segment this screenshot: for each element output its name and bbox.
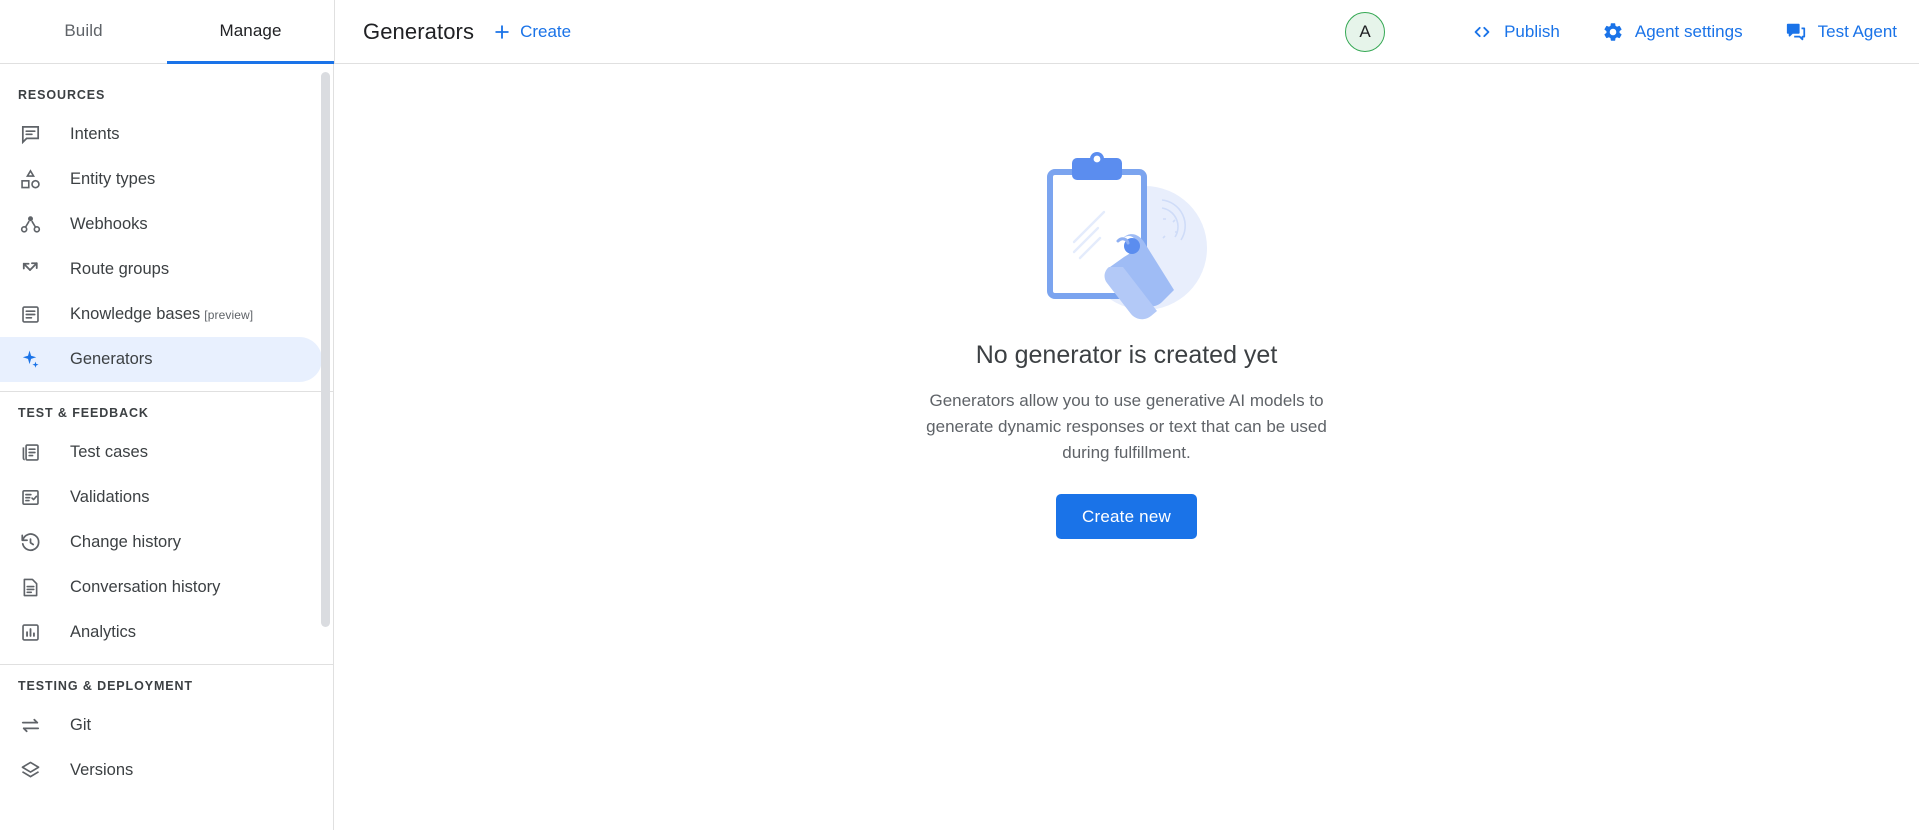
sidebar-scroll-area: RESOURCES Intents Entity [0, 64, 333, 830]
sidebar-item-route-groups[interactable]: Route groups [0, 247, 322, 292]
shapes-icon [18, 168, 42, 192]
message-lines-icon [18, 123, 42, 147]
chat-bubbles-icon [1785, 21, 1807, 43]
sidebar-item-change-history[interactable]: Change history [0, 520, 322, 565]
sidebar-section-title-test-feedback: TEST & FEEDBACK [0, 392, 333, 430]
preview-badge: [preview] [204, 308, 253, 322]
toolbar-actions: A Publish Agent [1345, 12, 1897, 52]
stacked-documents-icon [18, 441, 42, 465]
sidebar-item-test-cases[interactable]: Test cases [0, 430, 322, 475]
bar-chart-icon [18, 621, 42, 645]
sidebar-item-webhooks[interactable]: Webhooks [0, 202, 322, 247]
swap-arrows-icon [18, 714, 42, 738]
top-region: Build Manage Generators Create A [0, 0, 1919, 64]
sidebar-scrollbar[interactable] [320, 64, 332, 830]
agent-settings-label: Agent settings [1635, 22, 1743, 42]
document-text-icon [18, 576, 42, 600]
page-title: Generators [363, 19, 474, 45]
sidebar-item-label: Webhooks [70, 215, 148, 234]
create-generator-link[interactable]: Create [492, 22, 571, 42]
main-content: No generator is created yet Generators a… [334, 64, 1919, 830]
sidebar-item-versions[interactable]: Versions [0, 748, 322, 793]
sidebar-item-label: Test cases [70, 443, 148, 462]
gear-icon [1602, 21, 1624, 43]
create-new-button[interactable]: Create new [1056, 494, 1197, 539]
empty-state-description: Generators allow you to use generative A… [922, 388, 1332, 466]
sidebar-item-label: Intents [70, 125, 120, 144]
clock-rewind-icon [18, 531, 42, 555]
sidebar-item-label: Route groups [70, 260, 169, 279]
layers-icon [18, 759, 42, 783]
mode-tabbar: Build Manage [0, 0, 334, 64]
tab-manage-label: Manage [219, 21, 281, 41]
agent-settings-button[interactable]: Agent settings [1602, 15, 1743, 49]
sidebar: RESOURCES Intents Entity [0, 64, 334, 830]
document-lines-icon [18, 303, 42, 327]
sidebar-item-label: Analytics [70, 623, 136, 642]
empty-state-title: No generator is created yet [976, 341, 1278, 370]
sidebar-item-label: Knowledge bases [70, 305, 200, 324]
sparkle-icon [18, 348, 42, 372]
sidebar-scrollbar-thumb[interactable] [321, 72, 330, 627]
tab-build[interactable]: Build [0, 0, 167, 64]
tab-build-label: Build [64, 21, 102, 41]
app-root: Build Manage Generators Create A [0, 0, 1919, 830]
sidebar-item-intents[interactable]: Intents [0, 112, 322, 157]
sidebar-item-knowledge-bases[interactable]: Knowledge bases [preview] [0, 292, 322, 337]
nodes-icon [18, 213, 42, 237]
publish-button[interactable]: Publish [1471, 15, 1560, 49]
clipboard-hand-illustration [1012, 148, 1242, 323]
sidebar-item-label: Entity types [70, 170, 155, 189]
create-link-label: Create [520, 22, 571, 42]
sidebar-item-label: Generators [70, 350, 153, 369]
publish-label: Publish [1504, 22, 1560, 42]
sidebar-section-title-testing-deployment: TESTING & DEPLOYMENT [0, 665, 333, 703]
sidebar-item-entity-types[interactable]: Entity types [0, 157, 322, 202]
sidebar-item-label: Git [70, 716, 91, 735]
avatar-initial: A [1359, 22, 1370, 42]
avatar[interactable]: A [1345, 12, 1385, 52]
test-agent-label: Test Agent [1818, 22, 1897, 42]
sidebar-item-label: Change history [70, 533, 181, 552]
sidebar-item-git[interactable]: Git [0, 703, 322, 748]
sidebar-item-label: Validations [70, 488, 150, 507]
top-toolbar: Generators Create A [334, 0, 1919, 64]
sidebar-item-label: Conversation history [70, 578, 220, 597]
checklist-icon [18, 486, 42, 510]
sidebar-item-generators[interactable]: Generators [0, 337, 322, 382]
sidebar-section-title-resources: RESOURCES [0, 74, 333, 112]
sidebar-item-validations[interactable]: Validations [0, 475, 322, 520]
test-agent-button[interactable]: Test Agent [1785, 15, 1897, 49]
body-region: RESOURCES Intents Entity [0, 64, 1919, 830]
plus-icon [492, 22, 512, 42]
sidebar-item-conversation-history[interactable]: Conversation history [0, 565, 322, 610]
tab-manage[interactable]: Manage [167, 0, 334, 64]
code-brackets-icon [1471, 21, 1493, 43]
sidebar-item-analytics[interactable]: Analytics [0, 610, 322, 655]
sidebar-item-label: Versions [70, 761, 133, 780]
branch-arrow-icon [18, 258, 42, 282]
